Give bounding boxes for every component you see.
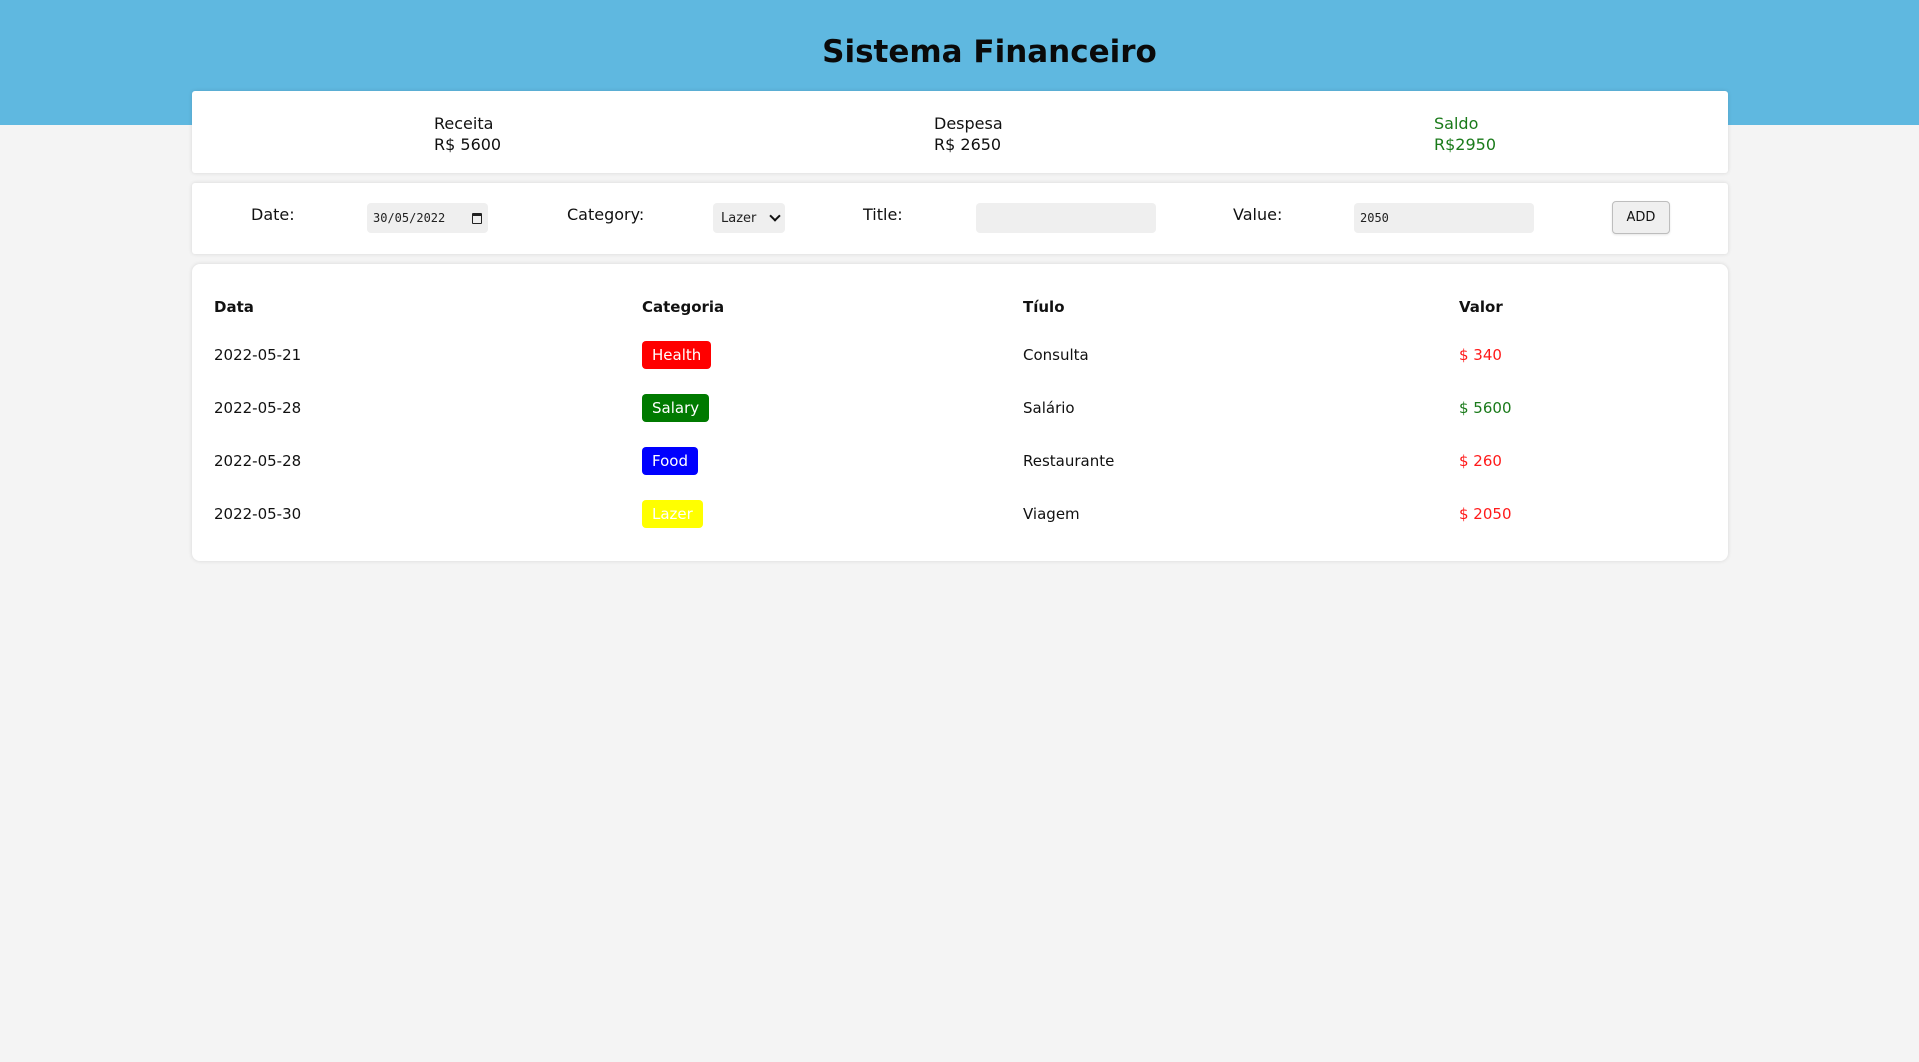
table-row: 2022-05-30 Lazer Viagem $ 2050	[192, 494, 1728, 534]
value-input[interactable]: 2050	[1354, 203, 1534, 233]
calendar-icon[interactable]	[472, 212, 482, 224]
table-row: 2022-05-28 Food Restaurante $ 260	[192, 441, 1728, 481]
category-badge: Lazer	[642, 500, 703, 528]
category-badge: Food	[642, 447, 698, 475]
title-cell: Restaurante	[1023, 452, 1115, 470]
date-input[interactable]: 30/05/2022	[367, 203, 488, 233]
value-label: Value:	[1233, 205, 1283, 224]
date-label: Date:	[251, 205, 295, 224]
despesa-summary: Despesa R$ 2650	[934, 113, 1003, 155]
add-button[interactable]: ADD	[1612, 201, 1670, 234]
category-select-value: Lazer	[721, 210, 757, 226]
add-transaction-form: Date: 30/05/2022 Category: Lazer Title: …	[192, 183, 1728, 254]
header-data: Data	[214, 298, 254, 316]
value-input-value: 2050	[1360, 211, 1389, 225]
title-label: Title:	[863, 205, 903, 224]
category-cell: Health	[642, 335, 712, 375]
transactions-table: Data Categoria Tíulo Valor 2022-05-21 He…	[192, 264, 1728, 561]
table-row: 2022-05-21 Health Consulta $ 340	[192, 335, 1728, 375]
despesa-value: R$ 2650	[934, 135, 1002, 154]
date-value: 30/05/2022	[373, 211, 446, 225]
title-input[interactable]	[976, 203, 1156, 233]
receita-label: Receita	[434, 114, 494, 133]
category-badge: Health	[642, 341, 712, 369]
receita-summary: Receita R$ 5600	[434, 113, 501, 155]
saldo-value: R$2950	[1434, 135, 1497, 154]
receita-value: R$ 5600	[434, 135, 502, 154]
category-cell: Salary	[642, 388, 710, 428]
category-cell: Lazer	[642, 494, 703, 534]
value-cell: $ 2050	[1459, 505, 1512, 523]
category-cell: Food	[642, 441, 698, 481]
header-valor: Valor	[1459, 298, 1503, 316]
date-cell: 2022-05-28	[214, 452, 302, 470]
despesa-label: Despesa	[934, 114, 1003, 133]
table-row: 2022-05-28 Salary Salário $ 5600	[192, 388, 1728, 428]
summary-card: Receita R$ 5600 Despesa R$ 2650 Saldo R$…	[192, 91, 1728, 173]
header-titulo: Tíulo	[1023, 298, 1065, 316]
saldo-summary: Saldo R$2950	[1434, 113, 1496, 155]
title-cell: Viagem	[1023, 505, 1080, 523]
page-title: Sistema Financeiro	[822, 34, 1157, 70]
value-cell: $ 260	[1459, 452, 1502, 470]
date-cell: 2022-05-30	[214, 505, 302, 523]
saldo-label: Saldo	[1434, 114, 1479, 133]
date-cell: 2022-05-28	[214, 399, 302, 417]
value-cell: $ 340	[1459, 346, 1502, 364]
category-label: Category:	[567, 205, 645, 224]
date-cell: 2022-05-21	[214, 346, 302, 364]
header-categoria: Categoria	[642, 298, 725, 316]
category-select[interactable]: Lazer	[713, 203, 785, 233]
title-cell: Salário	[1023, 399, 1075, 417]
chevron-down-icon	[769, 210, 781, 222]
category-badge: Salary	[642, 394, 710, 422]
value-cell: $ 5600	[1459, 399, 1512, 417]
title-cell: Consulta	[1023, 346, 1089, 364]
